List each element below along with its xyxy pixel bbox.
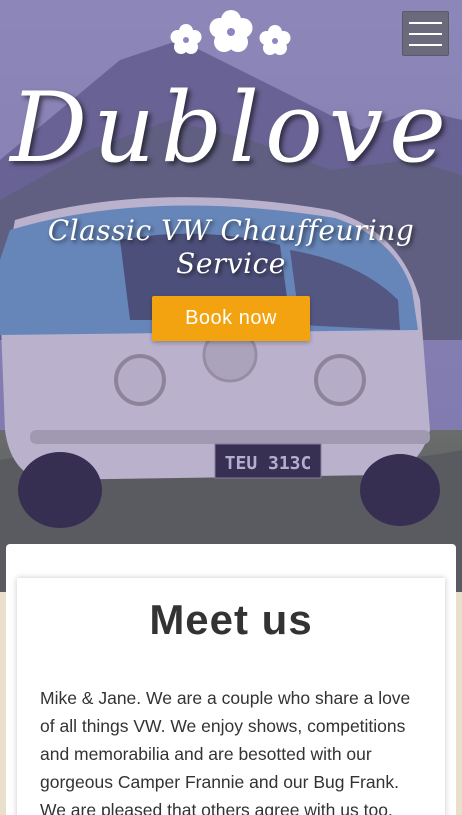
book-now-button[interactable]: Book now [152, 296, 310, 341]
menu-bar [409, 43, 442, 46]
meet-us-paragraph: Mike & Jane. We are a couple who share a… [40, 688, 411, 815]
meet-us-heading: Meet us [149, 596, 313, 643]
brand-title: Dublove [10, 72, 452, 184]
menu-bar [409, 21, 442, 24]
hero-tagline: Classic VW Chauffeuring Service [47, 214, 415, 280]
menu-bar [409, 32, 442, 35]
hamburger-menu-icon[interactable] [402, 11, 449, 56]
hibiscus-flowers-icon [170, 10, 291, 55]
